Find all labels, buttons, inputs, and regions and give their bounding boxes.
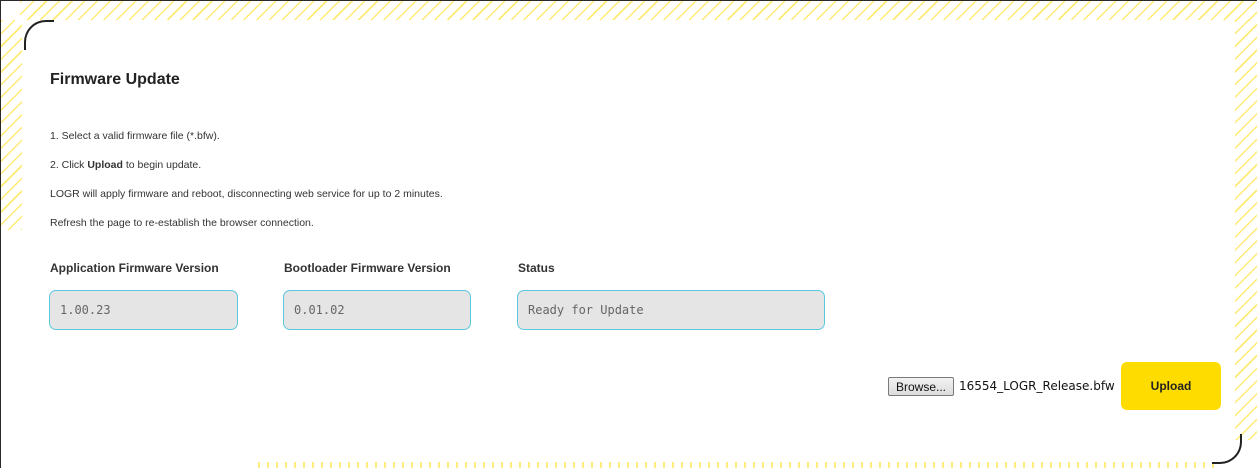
instruction-step-2-suffix: to begin update. xyxy=(122,159,202,171)
instruction-refresh-note: Refresh the page to re-establish the bro… xyxy=(50,217,314,229)
page-title: Firmware Update xyxy=(50,71,180,88)
status-label: Status xyxy=(518,261,555,275)
instruction-reboot-note: LOGR will apply firmware and reboot, dis… xyxy=(50,188,443,200)
selected-file-name: 16554_LOGR_Release.bfw xyxy=(959,379,1115,393)
instruction-step-1: 1. Select a valid firmware file (*.bfw). xyxy=(50,130,220,142)
decorative-stripes-top xyxy=(20,1,1257,21)
instruction-step-2: 2. Click Upload to begin update. xyxy=(50,159,201,171)
status-field[interactable] xyxy=(517,290,825,330)
instruction-step-2-prefix: 2. Click xyxy=(50,159,88,171)
firmware-update-panel xyxy=(22,20,1235,462)
app-firmware-version-label: Application Firmware Version xyxy=(50,261,219,275)
bootloader-firmware-version-field[interactable] xyxy=(283,290,471,330)
bootloader-firmware-version-label: Bootloader Firmware Version xyxy=(284,261,451,275)
app-firmware-version-field[interactable] xyxy=(49,290,238,330)
instruction-step-2-upload-word: Upload xyxy=(87,159,123,171)
decorative-stripes-left xyxy=(1,20,23,230)
upload-button[interactable]: Upload xyxy=(1121,362,1221,410)
decorative-stripes-right xyxy=(1235,20,1257,440)
browse-button[interactable]: Browse... xyxy=(888,377,954,396)
decorative-stripes-bottom xyxy=(258,462,1218,468)
